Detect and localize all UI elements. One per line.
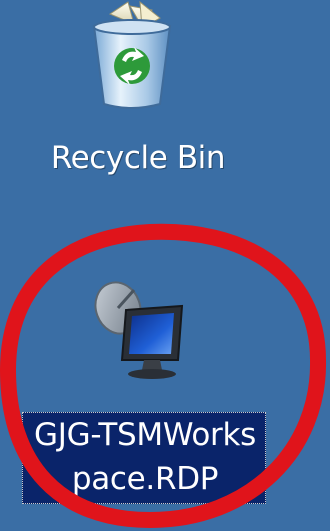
rdp-shortcut[interactable]: GJG-TSMWorks pace.RDP (0, 276, 330, 504)
recycle-bin-label: Recycle Bin (50, 140, 226, 176)
recycle-bin-shortcut[interactable]: Recycle Bin (38, 0, 238, 190)
desktop[interactable]: Recycle Bin GJG-TSMWorks pace.RDP (0, 0, 330, 531)
remote-desktop-icon (94, 281, 184, 379)
rdp-label-line2: pace.RDP (71, 461, 219, 497)
rdp-label-selected: GJG-TSMWorks pace.RDP (22, 412, 266, 504)
recycle-bin-icon (92, 0, 172, 109)
rdp-label-line1: GJG-TSMWorks (34, 417, 256, 453)
